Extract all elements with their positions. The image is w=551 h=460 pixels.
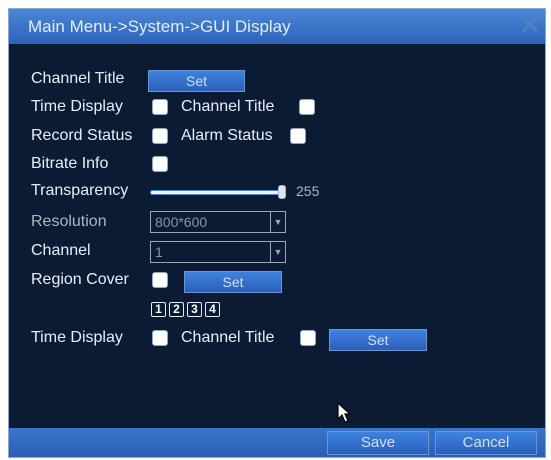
bitrate-info-checkbox[interactable] xyxy=(152,156,168,172)
time-display-label: Time Display xyxy=(31,98,123,115)
channel-title-set-button[interactable]: Set xyxy=(148,70,245,92)
transparency-label: Transparency xyxy=(31,182,129,199)
channel-title-checkbox[interactable] xyxy=(299,99,315,115)
region-4-button[interactable]: 4 xyxy=(205,302,220,317)
resolution-select[interactable]: 800*600 ▼ xyxy=(150,211,286,233)
overlay-set-button[interactable]: Set xyxy=(329,329,427,351)
region-cover-checkbox[interactable] xyxy=(152,272,168,288)
time-display-2-label: Time Display xyxy=(31,329,123,346)
region-cover-label: Region Cover xyxy=(31,271,129,288)
alarm-status-checkbox[interactable] xyxy=(290,128,306,144)
channel-value: 1 xyxy=(155,244,163,260)
channel-title-2-label: Channel Title xyxy=(181,329,275,346)
close-icon[interactable]: ✕ xyxy=(519,12,541,38)
gui-display-window: Main Menu->System->GUI Display ✕ Channel… xyxy=(8,8,546,458)
record-status-checkbox[interactable] xyxy=(152,128,168,144)
chevron-down-icon[interactable]: ▼ xyxy=(270,242,285,262)
transparency-slider-thumb[interactable] xyxy=(278,185,286,199)
region-cover-set-button[interactable]: Set xyxy=(184,271,282,293)
save-button[interactable]: Save xyxy=(327,431,429,455)
mouse-pointer-icon xyxy=(337,402,351,423)
bottom-bar: Save Cancel xyxy=(9,428,545,457)
channel-title-label: Channel Title xyxy=(31,70,125,87)
region-2-button[interactable]: 2 xyxy=(169,302,184,317)
channel-label: Channel xyxy=(31,242,91,259)
alarm-status-label: Alarm Status xyxy=(181,127,273,144)
resolution-label: Resolution xyxy=(31,213,107,230)
channel-title-2-checkbox[interactable] xyxy=(300,330,316,346)
title-bar: Main Menu->System->GUI Display ✕ xyxy=(9,9,545,44)
settings-panel: Channel Title Set Time Display Channel T… xyxy=(9,44,545,428)
channel-select[interactable]: 1 ▼ xyxy=(150,241,286,263)
resolution-value: 800*600 xyxy=(155,214,208,230)
time-display-checkbox[interactable] xyxy=(152,99,168,115)
bitrate-info-label: Bitrate Info xyxy=(31,155,109,172)
cancel-button[interactable]: Cancel xyxy=(435,431,537,455)
time-display-2-checkbox[interactable] xyxy=(152,330,168,346)
record-status-label: Record Status xyxy=(31,127,133,144)
region-1-button[interactable]: 1 xyxy=(151,302,166,317)
chevron-down-icon[interactable]: ▼ xyxy=(270,212,285,232)
transparency-slider-track[interactable] xyxy=(150,190,282,195)
region-3-button[interactable]: 3 xyxy=(187,302,202,317)
window-title: Main Menu->System->GUI Display xyxy=(28,17,291,36)
channel-title-toggle-label: Channel Title xyxy=(181,98,275,115)
transparency-value: 255 xyxy=(296,183,320,199)
